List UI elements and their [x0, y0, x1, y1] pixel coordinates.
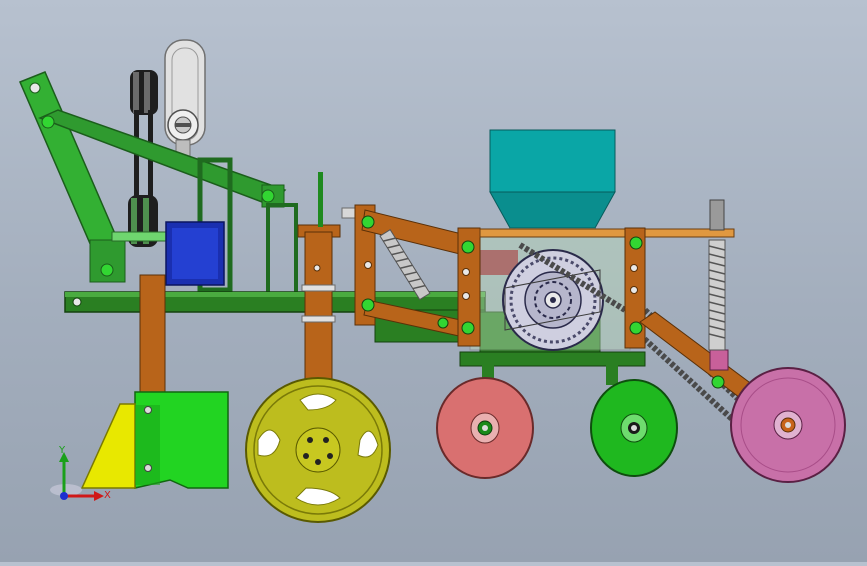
y-axis-label: Y	[58, 445, 66, 456]
rear-press-wheel[interactable]	[730, 367, 846, 483]
furrow-opener[interactable]	[80, 391, 229, 489]
blower-fan[interactable]	[164, 39, 206, 161]
seed-hopper[interactable]	[489, 129, 616, 236]
planter-assembly-drawing: Y X	[19, 39, 846, 523]
z-axis-origin	[60, 492, 68, 500]
drive-wheel[interactable]	[245, 377, 391, 523]
cad-viewport[interactable]: Y X	[0, 0, 867, 562]
metering-unit[interactable]	[469, 231, 631, 351]
x-axis-label: X	[104, 490, 111, 501]
front-press-wheel[interactable]	[436, 377, 534, 479]
gearbox[interactable]	[165, 157, 298, 297]
middle-press-wheel[interactable]	[590, 379, 678, 477]
